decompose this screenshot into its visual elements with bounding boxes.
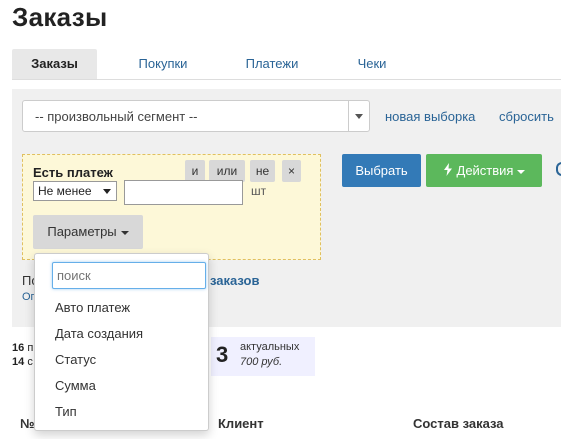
page-title: Заказы (12, 2, 108, 32)
unit-label: шт (251, 184, 267, 198)
quantity-input[interactable] (124, 180, 243, 205)
actions-button-label: Действия (456, 163, 514, 178)
apply-button[interactable]: Выбрать (342, 154, 421, 187)
chevron-down-icon (103, 189, 111, 194)
tab-receipts[interactable]: Чеки (342, 49, 402, 79)
parameters-dropdown: Авто платеж Дата создания Статус Сумма Т… (34, 253, 209, 431)
tab-purchases[interactable]: Покупки (125, 49, 201, 79)
dropdown-item-auto-payment[interactable]: Авто платеж (55, 300, 130, 315)
actions-button[interactable]: Действия (426, 154, 542, 187)
active-count: 3 (216, 342, 229, 367)
tab-payments[interactable]: Платежи (234, 49, 310, 79)
column-header-order-contents[interactable]: Состав заказа (413, 416, 504, 431)
stat-line-2: 14 с (12, 356, 33, 368)
dropdown-search-input[interactable] (52, 262, 206, 289)
or-button[interactable]: или (209, 160, 245, 182)
dropdown-item-amount[interactable]: Сумма (55, 378, 96, 393)
new-selection-link[interactable]: новая выборка (385, 109, 475, 124)
caret-down-icon (120, 230, 129, 235)
condition-select-value: Не менее (38, 184, 92, 198)
refresh-icon[interactable] (556, 162, 561, 176)
stat-line-1: 16 п (12, 342, 34, 354)
tab-bar: Заказы Покупки Платежи Чеки (12, 49, 561, 80)
dropdown-item-status[interactable]: Статус (55, 352, 96, 367)
reset-link[interactable]: сбросить (499, 109, 554, 124)
parameters-button-label: Параметры (47, 224, 117, 239)
dropdown-item-type[interactable]: Тип (55, 404, 77, 419)
active-amount: 700 руб. (240, 356, 283, 368)
chevron-down-icon (348, 101, 369, 131)
and-button[interactable]: и (185, 160, 205, 182)
not-button[interactable]: не (250, 160, 275, 182)
active-label: актуальных (240, 341, 300, 353)
column-header-client[interactable]: Клиент (218, 416, 264, 431)
tab-orders[interactable]: Заказы (12, 49, 97, 79)
remove-condition-button[interactable]: × (282, 160, 301, 182)
parameters-button[interactable]: Параметры (33, 215, 143, 249)
condition-select[interactable]: Не менее (33, 181, 117, 201)
filter-title: Есть платеж (33, 165, 113, 180)
column-header-number[interactable]: № (20, 416, 35, 431)
summary-sublink[interactable]: Ог (22, 291, 35, 303)
caret-down-icon (517, 169, 526, 174)
orders-count-link[interactable]: заказов (210, 273, 260, 288)
dropdown-item-creation-date[interactable]: Дата создания (55, 326, 143, 341)
segment-select[interactable]: -- произвольный сегмент -- (22, 100, 370, 132)
segment-select-value: -- произвольный сегмент -- (35, 109, 198, 124)
bolt-icon (443, 163, 452, 176)
